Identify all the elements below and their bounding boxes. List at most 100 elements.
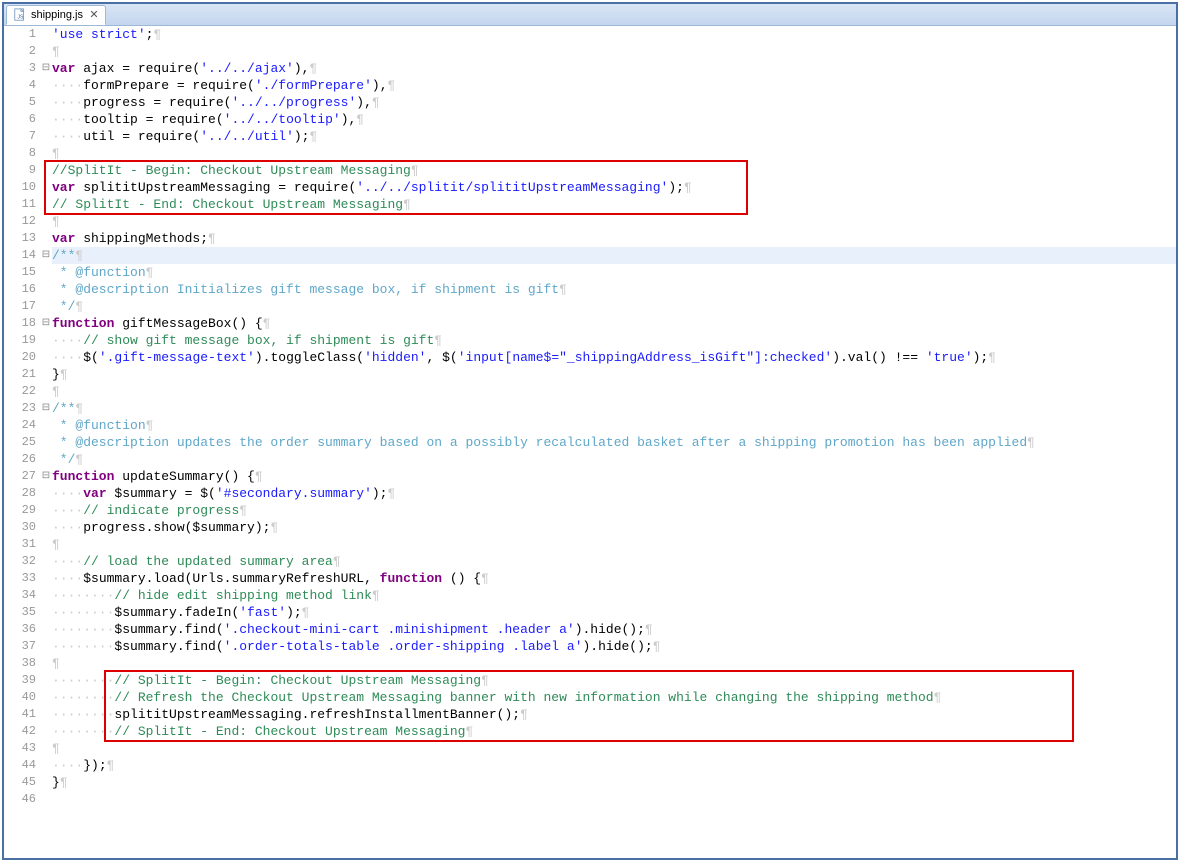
code-line[interactable]: * @description Initializes gift message …	[52, 281, 1176, 298]
code-area[interactable]: 'use strict';¶¶var ajax = require('../..…	[52, 26, 1176, 858]
code-line[interactable]: function updateSummary() {¶	[52, 468, 1176, 485]
code-line[interactable]: ¶	[52, 655, 1176, 672]
code-line[interactable]: * @function¶	[52, 264, 1176, 281]
whitespace-marker: ¶	[520, 707, 528, 722]
code-line[interactable]: var splititUpstreamMessaging = require('…	[52, 179, 1176, 196]
code-text: ),	[372, 78, 388, 93]
line-number-gutter: 1234567891011121314151617181920212223242…	[4, 26, 40, 858]
whitespace-marker: ····	[52, 350, 83, 365]
code-line[interactable]: ········$summary.fadeIn('fast');¶	[52, 604, 1176, 621]
code-line[interactable]: ····formPrepare = require('./formPrepare…	[52, 77, 1176, 94]
code-text: $(	[83, 350, 99, 365]
code-line[interactable]: ¶	[52, 43, 1176, 60]
whitespace-marker: ····	[52, 520, 83, 535]
folding-column[interactable]: ⊟ ⊟ ⊟ ⊟ ⊟	[40, 26, 52, 858]
code-editor[interactable]: 1234567891011121314151617181920212223242…	[4, 26, 1176, 858]
code-text: ).hide();	[575, 622, 645, 637]
line-number: 12	[4, 213, 36, 230]
line-number: 16	[4, 281, 36, 298]
fold-spacer	[40, 111, 52, 128]
doc-comment: * @description updates the order summary…	[52, 435, 1027, 450]
code-line[interactable]: }¶	[52, 774, 1176, 791]
close-icon[interactable]: ✕	[89, 10, 99, 20]
whitespace-marker: ····	[52, 758, 83, 773]
code-text: $summary.load(Urls.summaryRefreshURL,	[83, 571, 379, 586]
fold-handle-icon[interactable]: ⊟	[40, 315, 52, 332]
fold-spacer	[40, 672, 52, 689]
code-line[interactable]: ¶	[52, 213, 1176, 230]
code-line[interactable]: ¶	[52, 536, 1176, 553]
whitespace-marker: ¶	[208, 231, 216, 246]
whitespace-marker: ········	[52, 622, 114, 637]
fold-spacer	[40, 553, 52, 570]
fold-spacer	[40, 519, 52, 536]
fold-spacer	[40, 689, 52, 706]
code-line[interactable]: ····tooltip = require('../../tooltip'),¶	[52, 111, 1176, 128]
code-line[interactable]: var shippingMethods;¶	[52, 230, 1176, 247]
code-text: updateSummary() {	[114, 469, 254, 484]
code-line[interactable]: ········splititUpstreamMessaging.refresh…	[52, 706, 1176, 723]
fold-spacer	[40, 162, 52, 179]
code-text: $summary.find(	[114, 622, 223, 637]
code-line[interactable]: ········// SplitIt - Begin: Checkout Ups…	[52, 672, 1176, 689]
doc-comment: /**	[52, 401, 75, 416]
fold-handle-icon[interactable]: ⊟	[40, 247, 52, 264]
code-line[interactable]: ¶	[52, 383, 1176, 400]
code-line[interactable]: 'use strict';¶	[52, 26, 1176, 43]
code-line[interactable]: */¶	[52, 451, 1176, 468]
whitespace-marker: ¶	[372, 95, 380, 110]
string-literal: '#secondary.summary'	[216, 486, 372, 501]
code-line[interactable]: //SplitIt - Begin: Checkout Upstream Mes…	[52, 162, 1176, 179]
code-line[interactable]: // SplitIt - End: Checkout Upstream Mess…	[52, 196, 1176, 213]
code-line[interactable]: ········// SplitIt - End: Checkout Upstr…	[52, 723, 1176, 740]
line-number: 31	[4, 536, 36, 553]
code-line[interactable]: * @function¶	[52, 417, 1176, 434]
code-line[interactable]: ····util = require('../../util');¶	[52, 128, 1176, 145]
whitespace-marker: ¶	[653, 639, 661, 654]
code-line[interactable]: ····// show gift message box, if shipmen…	[52, 332, 1176, 349]
code-line[interactable]: ········// Refresh the Checkout Upstream…	[52, 689, 1176, 706]
code-line[interactable]: ····progress.show($summary);¶	[52, 519, 1176, 536]
code-line[interactable]: */¶	[52, 298, 1176, 315]
whitespace-marker: ¶	[255, 469, 263, 484]
line-number: 34	[4, 587, 36, 604]
code-line[interactable]: ········$summary.find('.checkout-mini-ca…	[52, 621, 1176, 638]
code-line[interactable]: * @description updates the order summary…	[52, 434, 1176, 451]
code-line[interactable]: function giftMessageBox() {¶	[52, 315, 1176, 332]
code-line[interactable]: ¶	[52, 740, 1176, 757]
code-line[interactable]: /**¶	[52, 247, 1176, 264]
code-line[interactable]: ········// hide edit shipping method lin…	[52, 587, 1176, 604]
fold-spacer	[40, 638, 52, 655]
whitespace-marker: ¶	[302, 605, 310, 620]
code-line[interactable]: ¶	[52, 145, 1176, 162]
code-line[interactable]: var ajax = require('../../ajax'),¶	[52, 60, 1176, 77]
code-line[interactable]	[52, 791, 1176, 808]
fold-handle-icon[interactable]: ⊟	[40, 60, 52, 77]
code-line[interactable]: ········$summary.find('.order-totals-tab…	[52, 638, 1176, 655]
fold-spacer	[40, 434, 52, 451]
whitespace-marker: ····	[52, 503, 83, 518]
code-text: ).toggleClass(	[255, 350, 364, 365]
line-number: 6	[4, 111, 36, 128]
line-number: 42	[4, 723, 36, 740]
line-number: 40	[4, 689, 36, 706]
code-line[interactable]: ····});¶	[52, 757, 1176, 774]
line-number: 13	[4, 230, 36, 247]
code-line[interactable]: /**¶	[52, 400, 1176, 417]
fold-handle-icon[interactable]: ⊟	[40, 400, 52, 417]
code-line[interactable]: ····var $summary = $('#secondary.summary…	[52, 485, 1176, 502]
code-line[interactable]: ····$('.gift-message-text').toggleClass(…	[52, 349, 1176, 366]
code-line[interactable]: ····// load the updated summary area¶	[52, 553, 1176, 570]
code-line[interactable]: ····// indicate progress¶	[52, 502, 1176, 519]
code-text: );	[372, 486, 388, 501]
code-line[interactable]: ····progress = require('../../progress')…	[52, 94, 1176, 111]
line-number: 11	[4, 196, 36, 213]
fold-handle-icon[interactable]: ⊟	[40, 468, 52, 485]
whitespace-marker: ········	[52, 690, 114, 705]
tab-bar: JS shipping.js ✕	[4, 4, 1176, 26]
code-line[interactable]: }¶	[52, 366, 1176, 383]
code-text: , $(	[427, 350, 458, 365]
line-number: 21	[4, 366, 36, 383]
file-tab[interactable]: JS shipping.js ✕	[6, 5, 106, 25]
code-line[interactable]: ····$summary.load(Urls.summaryRefreshURL…	[52, 570, 1176, 587]
